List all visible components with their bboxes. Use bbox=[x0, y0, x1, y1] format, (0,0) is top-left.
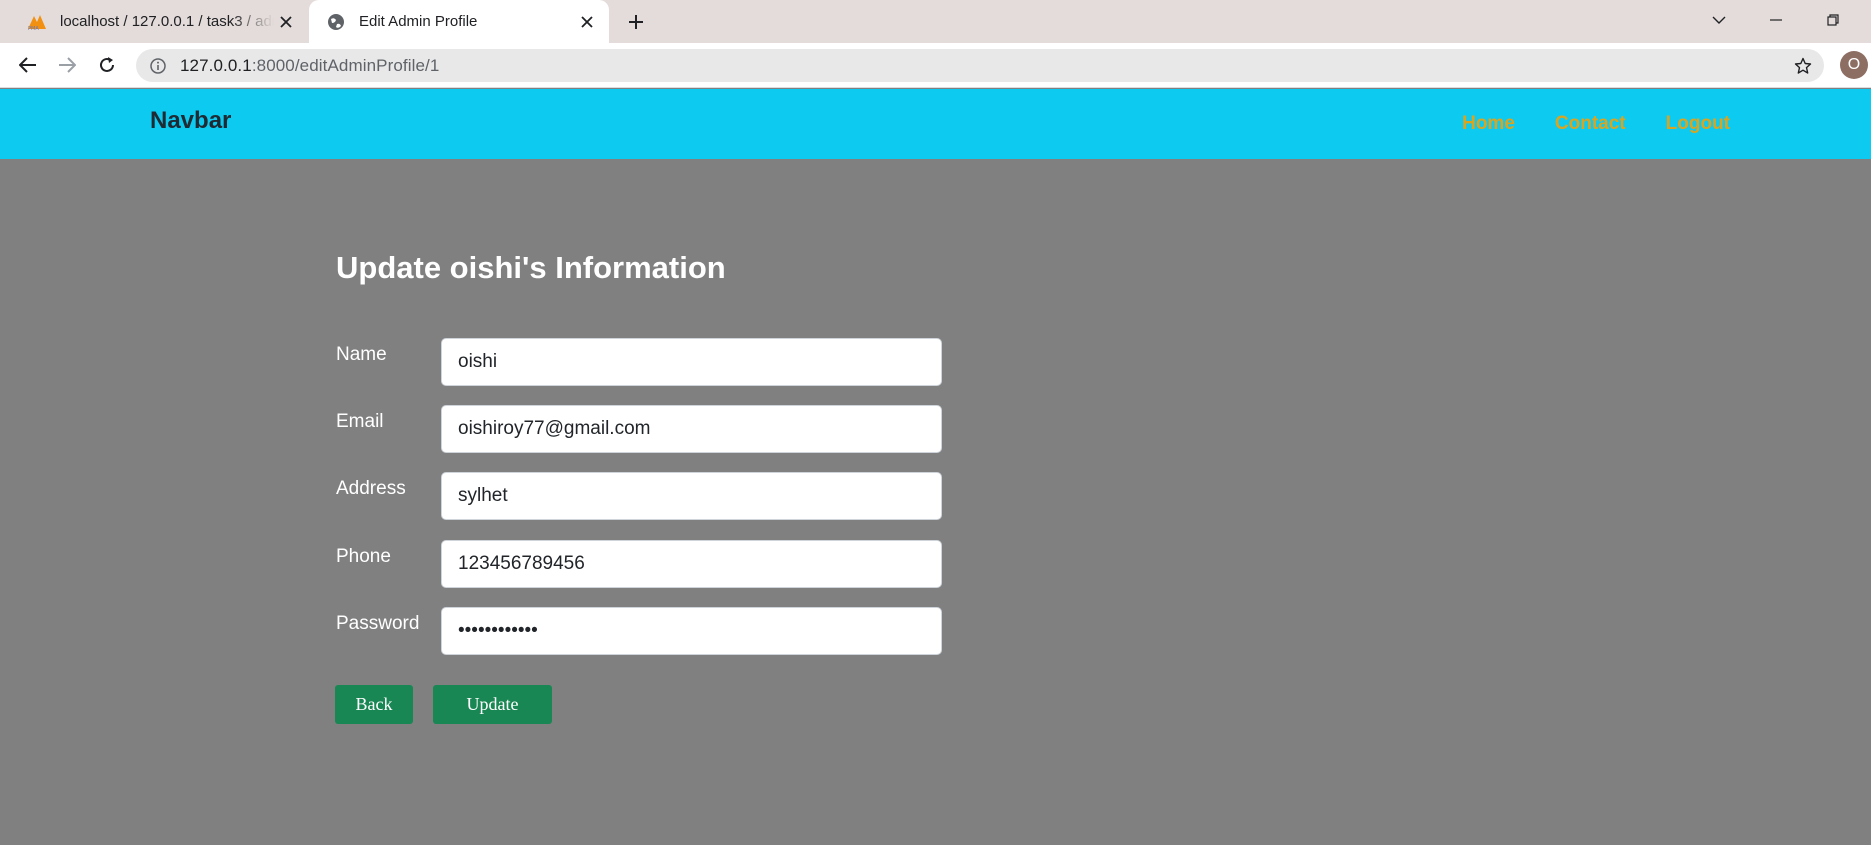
navbar-brand[interactable]: Navbar bbox=[150, 107, 231, 135]
phone-label: Phone bbox=[336, 546, 391, 567]
svg-text:PMA: PMA bbox=[28, 26, 39, 31]
restore-icon[interactable] bbox=[1810, 4, 1856, 36]
form-row-phone: Phone bbox=[336, 540, 942, 588]
address-label: Address bbox=[336, 478, 406, 499]
password-label: Password bbox=[336, 613, 420, 634]
back-arrow-icon[interactable] bbox=[13, 50, 43, 80]
nav-link-contact[interactable]: Contact bbox=[1535, 113, 1646, 135]
phpmyadmin-icon: PMA bbox=[26, 12, 48, 32]
new-tab-icon[interactable] bbox=[622, 8, 650, 36]
url-host: 127.0.0.1 bbox=[180, 55, 252, 75]
info-icon[interactable] bbox=[149, 57, 167, 75]
address-bar[interactable]: 127.0.0.1:8000/editAdminProfile/1 bbox=[136, 49, 1824, 82]
email-label: Email bbox=[336, 411, 384, 432]
profile-avatar[interactable]: O bbox=[1840, 51, 1868, 79]
nav-link-home[interactable]: Home bbox=[1442, 113, 1535, 135]
close-icon[interactable] bbox=[575, 10, 599, 34]
page-title: Update oishi's Information bbox=[336, 250, 726, 285]
forward-arrow-icon[interactable] bbox=[52, 50, 82, 80]
form-row-password: Password bbox=[336, 607, 942, 655]
minimize-icon[interactable] bbox=[1753, 4, 1799, 36]
tab-phpmyadmin[interactable]: PMA localhost / 127.0.0.1 / task3 / admi… bbox=[12, 0, 308, 43]
form-row-email: Email bbox=[336, 405, 942, 453]
navbar-links: Home Contact Logout bbox=[1442, 113, 1750, 135]
reload-icon[interactable] bbox=[92, 50, 122, 80]
back-button[interactable]: Back bbox=[335, 685, 413, 724]
tab-edit-admin-profile[interactable]: Edit Admin Profile bbox=[309, 0, 609, 43]
form-row-name: Name bbox=[336, 338, 942, 386]
form-row-address: Address bbox=[336, 472, 942, 520]
password-field[interactable] bbox=[441, 607, 942, 655]
browser-tab-strip: PMA localhost / 127.0.0.1 / task3 / admi… bbox=[0, 0, 1871, 43]
email-field[interactable] bbox=[441, 405, 942, 453]
url-text: 127.0.0.1:8000/editAdminProfile/1 bbox=[180, 56, 439, 76]
bookmark-star-icon[interactable] bbox=[1792, 55, 1814, 77]
site-navbar: Navbar Home Contact Logout bbox=[0, 89, 1871, 159]
url-path: :8000/editAdminProfile/1 bbox=[251, 55, 440, 75]
phone-field[interactable] bbox=[441, 540, 942, 588]
nav-link-logout[interactable]: Logout bbox=[1646, 113, 1750, 135]
browser-toolbar: 127.0.0.1:8000/editAdminProfile/1 O bbox=[0, 43, 1871, 88]
close-icon[interactable] bbox=[274, 10, 298, 34]
name-field[interactable] bbox=[441, 338, 942, 386]
update-button[interactable]: Update bbox=[433, 685, 552, 724]
tab-search-chevron-icon[interactable] bbox=[1696, 4, 1742, 36]
tab-title: localhost / 127.0.0.1 / task3 / admin bbox=[60, 13, 274, 30]
address-field[interactable] bbox=[441, 472, 942, 520]
tab-title: Edit Admin Profile bbox=[359, 13, 478, 30]
globe-icon bbox=[325, 12, 347, 32]
name-label: Name bbox=[336, 344, 387, 365]
